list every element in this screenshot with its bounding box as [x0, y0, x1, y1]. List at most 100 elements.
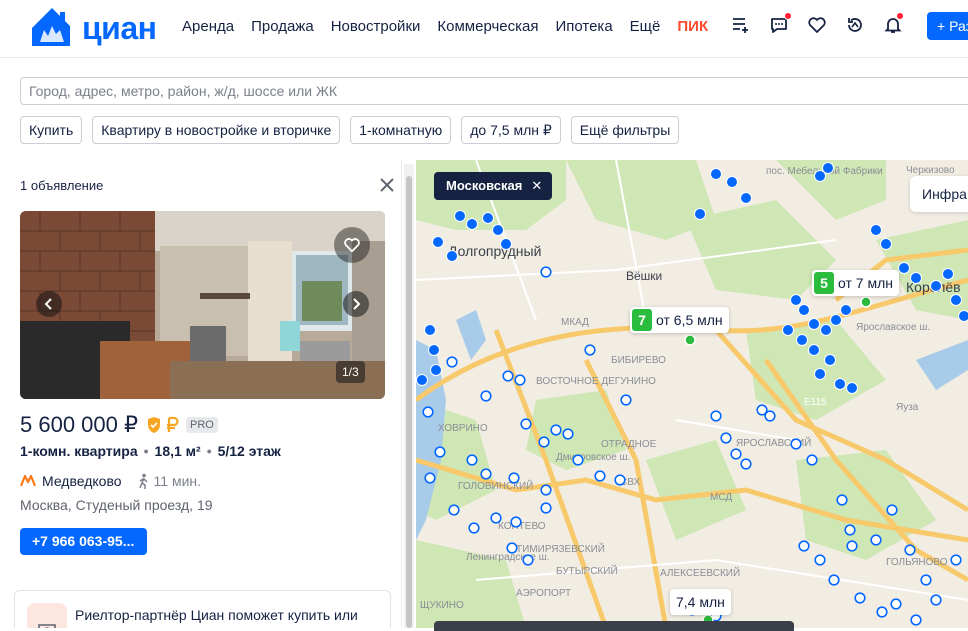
listing-pin[interactable]: [951, 295, 962, 306]
nav-pik[interactable]: ПИК: [677, 18, 708, 35]
listing-pin[interactable]: [425, 325, 436, 336]
listing-pin-outline[interactable]: [615, 475, 625, 485]
listing-pin-outline[interactable]: [585, 345, 595, 355]
listing-pin-outline[interactable]: [481, 469, 491, 479]
realtor-banner[interactable]: Риелтор-партнёр Циан поможет купить или: [14, 590, 391, 628]
listing-pin-outline[interactable]: [539, 437, 549, 447]
listing-pin-outline[interactable]: [855, 593, 865, 603]
filter-price[interactable]: до 7,5 млн ₽: [461, 116, 561, 144]
filter-property-type[interactable]: Квартиру в новостройке и вторичке: [92, 116, 340, 144]
listing-pin-outline[interactable]: [521, 419, 531, 429]
nav-more[interactable]: Ещё: [630, 18, 661, 35]
cian-logo[interactable]: циан: [26, 4, 136, 52]
price-cluster-label[interactable]: 5 от 7 млн: [812, 270, 899, 296]
listing-pin[interactable]: [467, 219, 478, 230]
listing-pin[interactable]: [783, 325, 794, 336]
listing-pin[interactable]: [881, 239, 892, 250]
compare-list-icon[interactable]: [722, 12, 760, 38]
listing-pin-outline[interactable]: [845, 525, 855, 535]
listing-pin-outline[interactable]: [765, 411, 775, 421]
listing-pin[interactable]: [835, 379, 846, 390]
listing-pin[interactable]: [899, 263, 910, 274]
listing-pin[interactable]: [727, 177, 738, 188]
listing-pin-outline[interactable]: [905, 545, 915, 555]
listing-pin-outline[interactable]: [711, 411, 721, 421]
metro-chip[interactable]: Московская ✕: [434, 172, 552, 200]
listing-pin-outline[interactable]: [425, 473, 435, 483]
listing-pin-outline[interactable]: [871, 535, 881, 545]
listing-pin[interactable]: [911, 273, 922, 284]
listing-pin[interactable]: [695, 209, 706, 220]
listing-pin[interactable]: [825, 355, 836, 366]
listing-pin[interactable]: [711, 169, 722, 180]
listing-pin-outline[interactable]: [911, 615, 921, 625]
listing-pin-outline[interactable]: [523, 555, 533, 565]
listing-pin[interactable]: [417, 375, 428, 386]
listing-pin[interactable]: [871, 225, 882, 236]
history-icon[interactable]: [836, 12, 874, 38]
listing-pin[interactable]: [831, 315, 842, 326]
listing-pin-outline[interactable]: [921, 575, 931, 585]
listing-pin[interactable]: [847, 383, 858, 394]
selected-pin[interactable]: [685, 335, 695, 345]
listing-pin[interactable]: [821, 325, 832, 336]
chat-icon[interactable]: [760, 12, 798, 38]
listing-pin[interactable]: [815, 369, 826, 380]
listing-pin-outline[interactable]: [791, 439, 801, 449]
nav-mortgage[interactable]: Ипотека: [555, 18, 612, 35]
listing-pin-outline[interactable]: [829, 575, 839, 585]
listing-pin[interactable]: [493, 225, 504, 236]
filter-rooms[interactable]: 1-комнатную: [350, 116, 451, 144]
listing-pin-outline[interactable]: [435, 447, 445, 457]
listing-pin-outline[interactable]: [449, 505, 459, 515]
panel-scrollbar-thumb[interactable]: [406, 176, 412, 628]
listing-pin-outline[interactable]: [807, 455, 817, 465]
listing-pin[interactable]: [455, 211, 466, 222]
listing-pin-outline[interactable]: [541, 267, 551, 277]
listing-pin-outline[interactable]: [551, 425, 561, 435]
close-icon[interactable]: [378, 176, 396, 194]
listing-pin-outline[interactable]: [847, 541, 857, 551]
listing-pin[interactable]: [791, 295, 802, 306]
photo-next-button[interactable]: [343, 291, 369, 317]
listing-pin-outline[interactable]: [731, 449, 741, 459]
listing-pin[interactable]: [809, 345, 820, 356]
listing-pin-outline[interactable]: [509, 473, 519, 483]
more-filters-button[interactable]: Ещё фильтры: [571, 116, 680, 144]
listing-pin-outline[interactable]: [741, 459, 751, 469]
place-ad-button[interactable]: + Раз: [927, 12, 968, 40]
nav-sale[interactable]: Продажа: [251, 18, 314, 35]
listing-pin-outline[interactable]: [951, 555, 961, 565]
listing-pin[interactable]: [741, 193, 752, 204]
heart-icon[interactable]: [798, 12, 836, 38]
show-phone-button[interactable]: +7 966 063-95...: [20, 528, 147, 555]
listing-pin-outline[interactable]: [511, 517, 521, 527]
metro-station[interactable]: Медведково: [42, 473, 122, 489]
listing-pin[interactable]: [815, 171, 826, 182]
nav-new-buildings[interactable]: Новостройки: [331, 18, 421, 35]
listing-pin-outline[interactable]: [877, 607, 887, 617]
favorite-heart-icon[interactable]: [334, 227, 370, 263]
listing-pin-outline[interactable]: [595, 471, 605, 481]
listing-pin-outline[interactable]: [837, 495, 847, 505]
listing-pin[interactable]: [501, 239, 512, 250]
listing-pin-outline[interactable]: [573, 455, 583, 465]
listing-pin[interactable]: [447, 251, 458, 262]
listing-pin-outline[interactable]: [503, 371, 513, 381]
listing-pin-outline[interactable]: [891, 599, 901, 609]
listing-pin[interactable]: [809, 319, 820, 330]
listing-pin-outline[interactable]: [469, 523, 479, 533]
listing-pin-outline[interactable]: [423, 407, 433, 417]
chip-close-icon[interactable]: ✕: [531, 172, 542, 200]
listing-pin-outline[interactable]: [507, 543, 517, 553]
listing-pin[interactable]: [943, 269, 954, 280]
price-cluster-label[interactable]: 7 от 6,5 млн: [630, 307, 729, 333]
listing-photo[interactable]: 1/3: [20, 211, 385, 399]
listing-pin-outline[interactable]: [541, 485, 551, 495]
listing-pin-outline[interactable]: [491, 513, 501, 523]
listing-pin-outline[interactable]: [447, 357, 457, 367]
listing-pin-outline[interactable]: [931, 595, 941, 605]
listing-pin-outline[interactable]: [515, 375, 525, 385]
listing-pin[interactable]: [431, 365, 442, 376]
listing-pin[interactable]: [433, 237, 444, 248]
